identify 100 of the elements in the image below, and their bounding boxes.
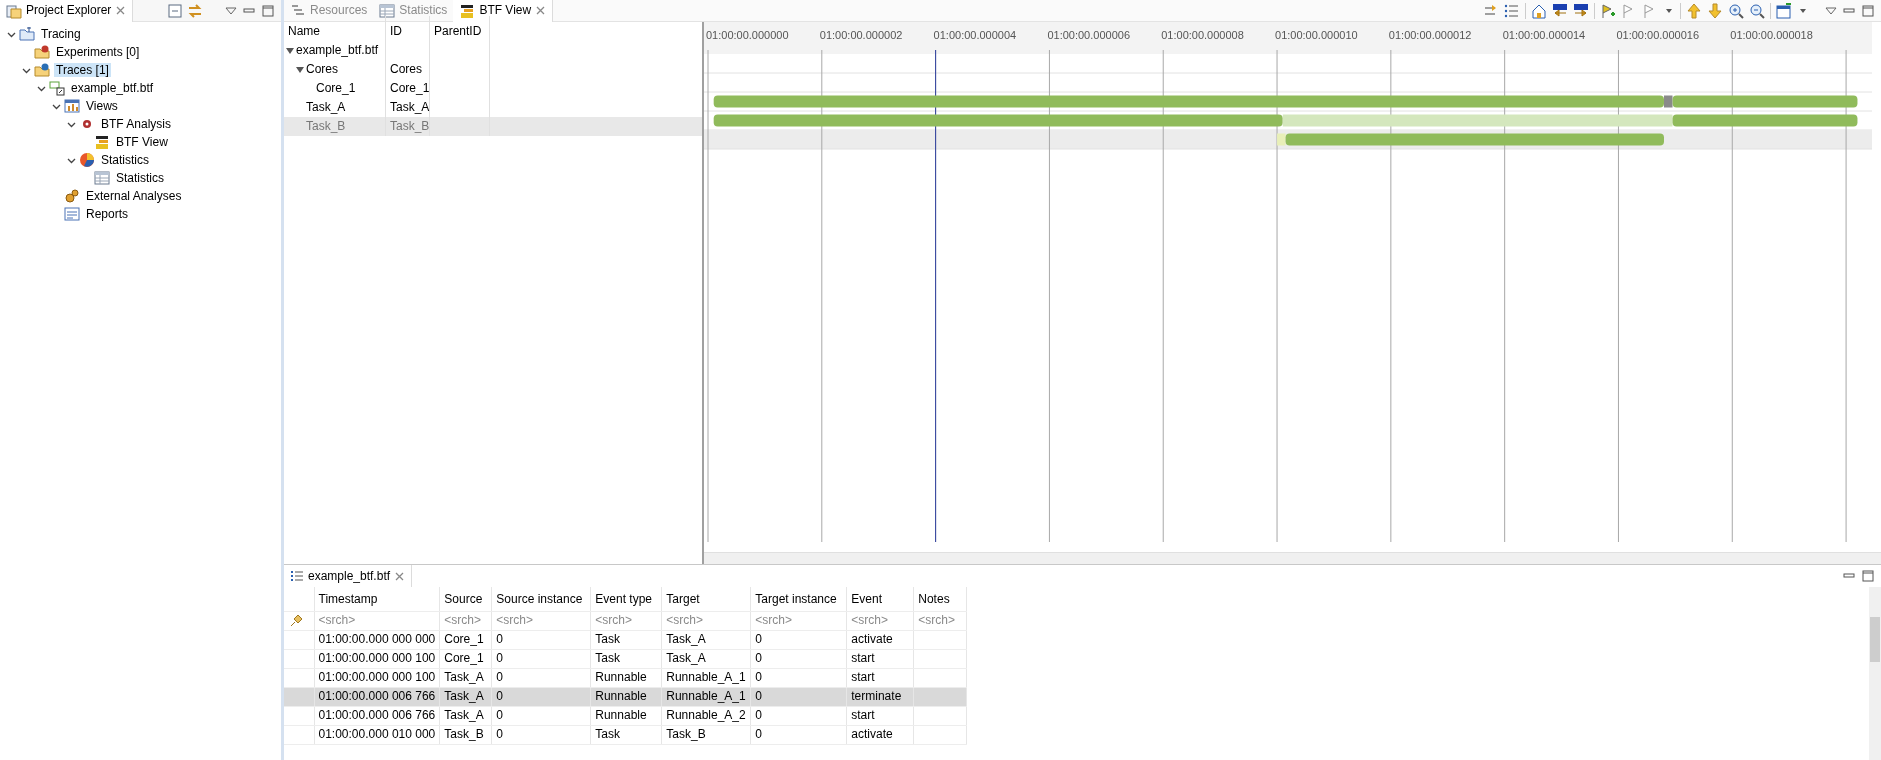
id-text: Task_A xyxy=(390,100,430,115)
tree-row[interactable]: Task_B Task_B xyxy=(284,117,702,136)
tree-item[interactable]: Traces [1] xyxy=(54,62,111,78)
event-row[interactable]: 01:00:00.000 006 766 Task_A 0 Runnable Runnable_A_1 0 terminate xyxy=(284,687,967,706)
tick-label: 01:00:00.000014 xyxy=(1502,29,1586,41)
tree-label: Core_1 xyxy=(316,81,356,96)
tree-item[interactable]: Statistics xyxy=(99,152,151,168)
column-header[interactable]: Timestamp xyxy=(318,591,378,606)
state-bar[interactable] xyxy=(1664,95,1673,108)
list-icon xyxy=(290,569,304,583)
tree-item[interactable]: Statistics xyxy=(114,170,166,186)
close-icon[interactable] xyxy=(535,5,547,16)
list-icon[interactable] xyxy=(1504,2,1520,19)
filter-field[interactable]: <srch> xyxy=(918,613,963,628)
table-cell: start xyxy=(851,708,875,723)
column-header[interactable]: Source instance xyxy=(496,591,583,606)
table-cell: 0 xyxy=(496,670,503,685)
folders-icon xyxy=(6,2,22,19)
table-cell: 01:00:00.000 006 766 xyxy=(318,689,436,704)
column-header[interactable]: Event xyxy=(851,591,882,606)
filter-field[interactable]: <srch> xyxy=(666,613,747,628)
table-cell: Runnable xyxy=(595,708,647,723)
tree-item[interactable]: Reports xyxy=(84,206,131,222)
tree-item[interactable]: Views xyxy=(84,98,120,114)
view-tab[interactable]: BTF View xyxy=(453,0,554,22)
view-tab[interactable]: Project Explorer xyxy=(0,0,134,22)
table-cell: Runnable xyxy=(595,670,647,685)
event-row[interactable]: 01:00:00.000 000 100 Core_1 0 Task Task_A 0 start xyxy=(284,649,967,668)
column-header[interactable]: Name xyxy=(288,24,320,39)
table-cell: start xyxy=(851,670,875,685)
time-ruler[interactable] xyxy=(704,22,1872,54)
event-row[interactable]: 01:00:00.000 000 000 Core_1 0 Task Task_A 0 activate xyxy=(284,630,967,649)
tree-item[interactable]: Tracing xyxy=(39,26,83,42)
column-header[interactable]: Event type xyxy=(595,591,652,606)
view-menu-icon[interactable] xyxy=(225,4,237,17)
tree-item[interactable]: BTF Analysis xyxy=(99,116,174,132)
table-cell: 0 xyxy=(755,670,762,685)
tree-item[interactable]: example_btf.btf xyxy=(69,80,156,96)
filter-field[interactable]: <srch> xyxy=(851,613,910,628)
tree-row[interactable]: Cores Cores xyxy=(284,60,702,79)
report-icon xyxy=(64,206,80,222)
filter-field[interactable]: <srch> xyxy=(318,613,436,628)
table-cell: Task_A xyxy=(666,651,706,666)
table-cell: start xyxy=(851,651,875,666)
tree-item[interactable]: External Analyses xyxy=(84,188,184,204)
event-row[interactable]: 01:00:00.000 000 100 Task_A 0 Runnable Runnable_A_1 0 start xyxy=(284,668,967,687)
folder-icon xyxy=(19,26,35,42)
table-cell: Task xyxy=(595,727,620,742)
column-header[interactable]: ID xyxy=(390,24,402,39)
column-header[interactable]: Target instance xyxy=(755,591,837,606)
table-cell: Runnable_A_1 xyxy=(666,670,746,685)
tree-item[interactable]: BTF View xyxy=(114,134,170,150)
close-icon[interactable] xyxy=(115,5,127,16)
collapse-all-icon[interactable] xyxy=(168,3,182,18)
arrow-right-icon[interactable] xyxy=(1573,2,1589,19)
column-header[interactable]: Target xyxy=(666,591,700,606)
column-header[interactable]: Source xyxy=(444,591,483,606)
expanded-triangle-icon[interactable] xyxy=(286,46,294,55)
zoom-in-icon[interactable] xyxy=(1728,2,1744,19)
column-header[interactable]: Notes xyxy=(918,591,950,606)
maximize-icon[interactable] xyxy=(1861,3,1875,18)
horizontal-scrollbar[interactable] xyxy=(704,552,1881,564)
table-cell: Runnable xyxy=(595,689,647,704)
table-cell: Core_1 xyxy=(444,632,484,647)
tree-item[interactable]: Experiments [0] xyxy=(54,44,142,60)
close-icon[interactable] xyxy=(394,570,406,582)
filter-field[interactable]: <srch> xyxy=(444,613,488,628)
arrow-down-icon[interactable] xyxy=(1707,2,1723,19)
table-cell: Task_A xyxy=(444,689,484,704)
tree-row[interactable]: Core_1 Core_1 xyxy=(284,79,702,98)
tree-label: example_btf.btf xyxy=(296,43,379,58)
filter-field[interactable]: <srch> xyxy=(496,613,587,628)
zoom-out-icon[interactable] xyxy=(1749,2,1765,19)
vertical-scrollbar[interactable] xyxy=(1869,587,1881,760)
link-arrows-icon[interactable] xyxy=(187,2,203,19)
arrow-up-icon[interactable] xyxy=(1686,2,1702,19)
table-cell: Task_B xyxy=(444,727,484,742)
maximize-icon[interactable] xyxy=(1861,569,1875,583)
column-header[interactable]: ParentID xyxy=(434,24,482,39)
maximize-icon[interactable] xyxy=(261,3,275,18)
tree-row[interactable]: example_btf.btf xyxy=(284,41,702,60)
expanded-triangle-icon[interactable] xyxy=(296,65,304,74)
flag-plus-icon[interactable] xyxy=(1600,2,1616,19)
table-cell: Task_A xyxy=(444,708,484,723)
event-row[interactable]: 01:00:00.000 010 000 Task_B 0 Task Task_B 0 activate xyxy=(284,725,967,744)
home-icon[interactable] xyxy=(1531,2,1547,19)
id-text: Core_1 xyxy=(390,81,430,96)
filter-field[interactable]: <srch> xyxy=(755,613,843,628)
event-row[interactable]: 01:00:00.000 006 766 Task_A 0 Runnable Runnable_A_2 0 start xyxy=(284,706,967,725)
window-icon[interactable] xyxy=(1776,2,1792,19)
pin-icon[interactable] xyxy=(288,612,304,629)
folder-icon xyxy=(34,44,50,60)
arrow-left-icon[interactable] xyxy=(1552,2,1568,19)
table-cell: 0 xyxy=(755,689,762,704)
filter-field[interactable]: <srch> xyxy=(595,613,658,628)
view-menu-icon[interactable] xyxy=(1825,4,1837,17)
folder-icon xyxy=(34,62,50,78)
table-cell: Task xyxy=(595,651,620,666)
time-cursor[interactable] xyxy=(935,49,937,542)
table-cell: Task_A xyxy=(666,632,706,647)
